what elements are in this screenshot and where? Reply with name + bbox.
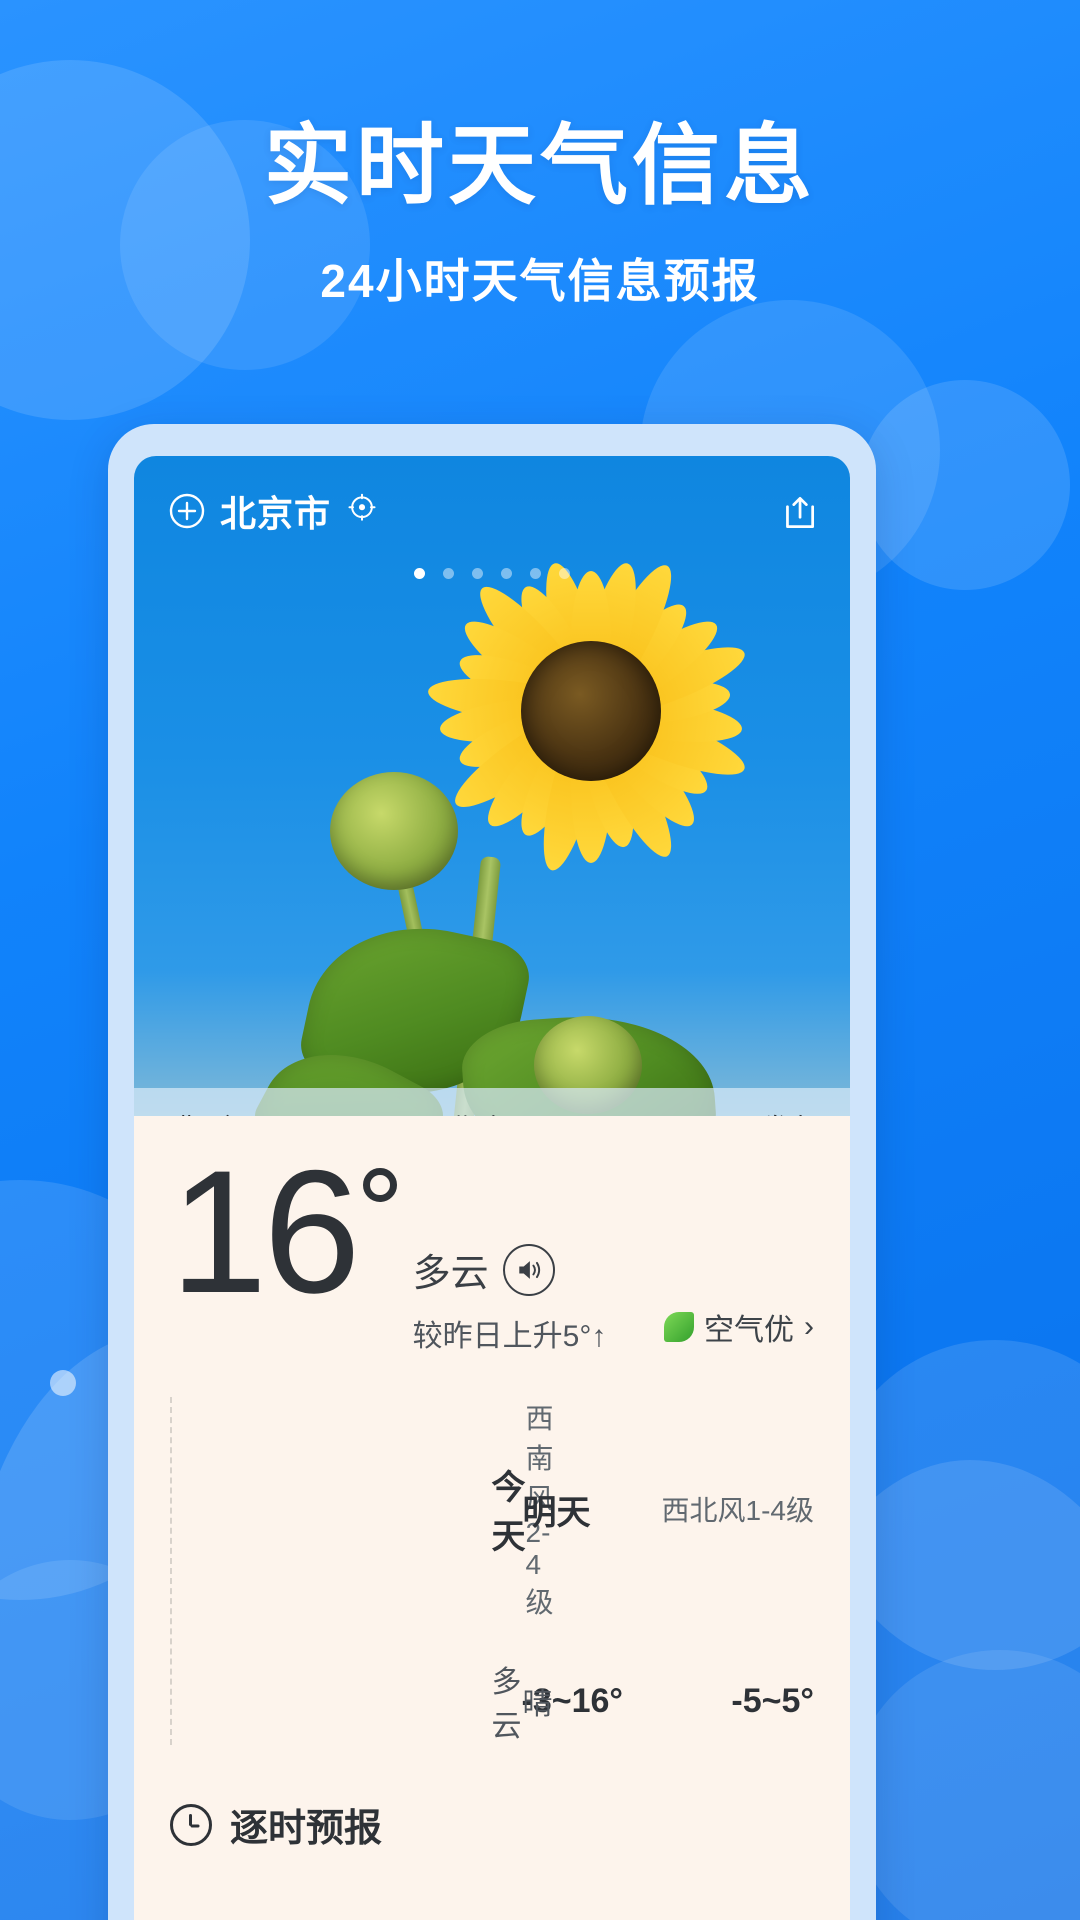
page-dot[interactable] xyxy=(472,568,483,579)
date-bar[interactable]: 腊月初五 2月06日 星期六 › 15:52发布 xyxy=(134,1088,850,1116)
current-temperature: 16 xyxy=(170,1145,397,1320)
air-quality-label: 空气优 xyxy=(704,1314,794,1347)
condition-row: 多云 xyxy=(413,1242,607,1297)
publish-time: 15:52发布 xyxy=(694,1107,816,1117)
weekday: 星期六 xyxy=(427,1107,508,1117)
forecast-tomorrow-bottom[interactable]: 晴 -5~5° xyxy=(493,1657,815,1745)
plus-circle-icon[interactable] xyxy=(168,492,206,530)
sunflower-disc xyxy=(521,641,661,781)
page-dot[interactable] xyxy=(501,568,512,579)
promo-hero: 实时天气信息 24小时天气信息预报 xyxy=(0,116,1080,311)
hourly-forecast-header[interactable]: 逐时预报 xyxy=(134,1797,850,1852)
lunar-date: 腊月初五 xyxy=(168,1107,276,1117)
condition-label: 晴 xyxy=(522,1688,553,1721)
day-label: 明天 xyxy=(522,1493,591,1532)
dot-decoration xyxy=(50,1370,76,1396)
two-day-forecast: 今天 西南风2-4级 明天 西北风1-4级 多云 -3~16° 晴 -5~5° xyxy=(134,1397,850,1745)
wind-label: 西北风1-4级 xyxy=(661,1495,814,1526)
temp-range: -5~5° xyxy=(731,1681,814,1720)
date-group[interactable]: 腊月初五 2月06日 星期六 › xyxy=(168,1107,543,1117)
current-condition: 多云 xyxy=(412,1253,489,1295)
hourly-forecast-title: 逐时预报 xyxy=(230,1808,383,1850)
forecast-divider xyxy=(170,1397,492,1745)
page-dot[interactable] xyxy=(443,568,454,579)
share-icon[interactable] xyxy=(778,492,816,530)
chevron-right-icon[interactable]: › xyxy=(534,1111,543,1117)
page-title: 实时天气信息 xyxy=(263,116,816,215)
speaker-icon[interactable] xyxy=(502,1243,555,1296)
location-pin-icon[interactable] xyxy=(345,492,383,530)
app-top-bar: 北京市 xyxy=(134,456,850,566)
chevron-right-icon[interactable]: › xyxy=(804,1310,814,1344)
weather-hero-photo: 北京市 xyxy=(134,456,850,1116)
city-name: 北京市 xyxy=(220,493,332,534)
current-weather-block: 16 多云 较昨日上升5°↑ 空气优 › xyxy=(134,1116,850,1355)
leaf-icon xyxy=(664,1312,694,1342)
temperature-trend: 较昨日上升5°↑ xyxy=(412,1320,607,1353)
phone-mockup: 北京市 16 多云 较昨日上升5°↑ 空气优 › 今天 西南风2-4级 明天 西… xyxy=(108,424,876,1920)
sunflower-bloom xyxy=(425,546,756,876)
page-indicator-dots[interactable] xyxy=(134,568,850,579)
temperature-value: 16 xyxy=(170,1135,361,1330)
air-quality-entry[interactable]: 空气优 › xyxy=(664,1305,814,1349)
cloud-decoration xyxy=(860,380,1070,590)
page-dot[interactable] xyxy=(559,568,570,579)
city-selector[interactable]: 北京市 xyxy=(168,485,383,537)
clock-icon xyxy=(170,1803,212,1846)
page-subtitle: 24小时天气信息预报 xyxy=(320,254,760,307)
degree-symbol-icon xyxy=(362,1168,397,1202)
page-dot[interactable] xyxy=(530,568,541,579)
page-dot[interactable] xyxy=(414,568,425,579)
forecast-tomorrow-top[interactable]: 明天 西北风1-4级 xyxy=(493,1397,815,1621)
app-screen: 北京市 16 多云 较昨日上升5°↑ 空气优 › 今天 西南风2-4级 明天 西… xyxy=(134,456,850,1920)
current-detail: 多云 较昨日上升5°↑ xyxy=(397,1154,607,1355)
calendar-date: 2月06日 xyxy=(302,1107,401,1117)
